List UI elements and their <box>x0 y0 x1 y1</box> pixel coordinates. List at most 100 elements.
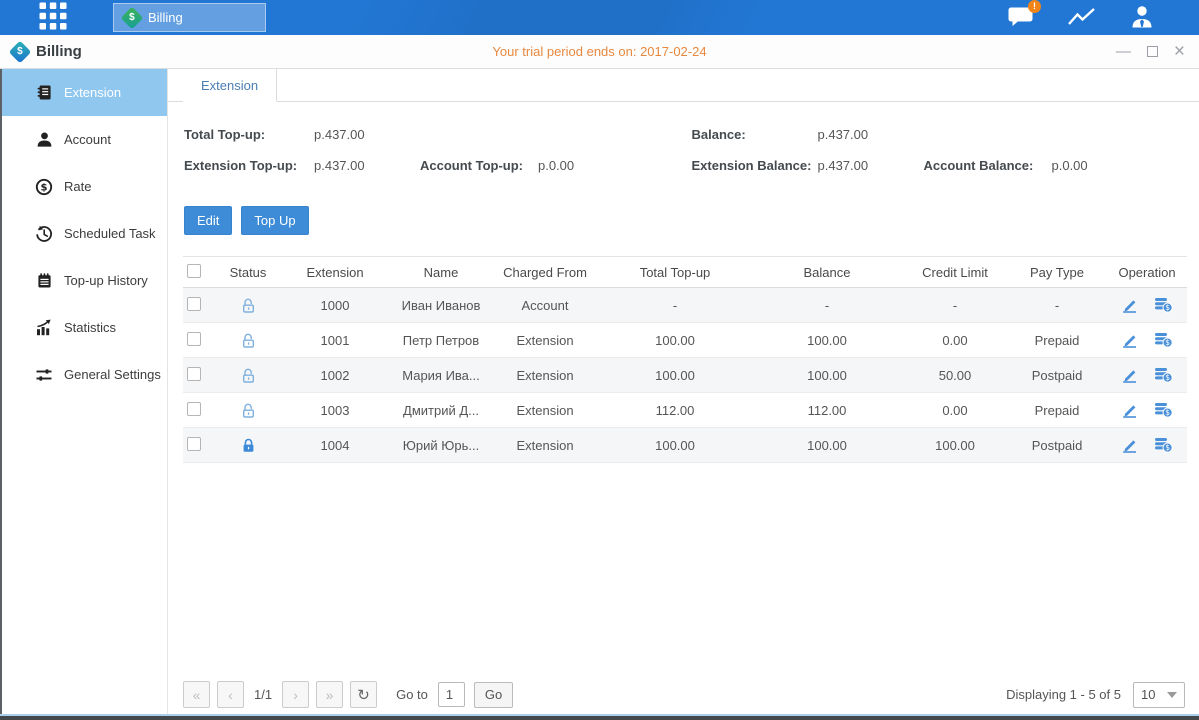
table-row: 1004 Юрий Юрь... Extension 100.00 100.00… <box>183 428 1187 463</box>
cell-name: Иван Иванов <box>391 298 491 313</box>
cell-total-topup: 100.00 <box>599 333 751 348</box>
chevron-down-icon <box>1167 692 1177 698</box>
cell-total-topup: 100.00 <box>599 438 751 453</box>
go-button[interactable]: Go <box>474 682 513 708</box>
unlocked-icon <box>241 297 256 313</box>
sidebar-item-scheduled-task[interactable]: Scheduled Task <box>2 210 167 257</box>
extension-page-content: Total Top-up: p.437.00 Extension Top-up:… <box>168 102 1199 714</box>
account-topup-value: p.0.00 <box>538 158 574 173</box>
cell-total-topup: 112.00 <box>599 403 751 418</box>
row-checkbox[interactable] <box>187 402 201 416</box>
table-row: 1003 Дмитрий Д... Extension 112.00 112.0… <box>183 393 1187 428</box>
sidebar-item-general-settings[interactable]: General Settings <box>2 351 167 398</box>
row-checkbox[interactable] <box>187 332 201 346</box>
table-row: 1000 Иван Иванов Account - - - - $ <box>183 288 1187 323</box>
maximize-button[interactable] <box>1147 46 1158 57</box>
select-all-checkbox[interactable] <box>187 264 201 278</box>
window-title-bar: $ Billing Your trial period ends on: 201… <box>0 35 1199 69</box>
account-icon <box>35 131 53 148</box>
col-header-name: Name <box>391 265 491 280</box>
page-indicator: 1/1 <box>254 687 272 702</box>
window-controls: — × <box>1116 42 1185 61</box>
displaying-count: Displaying 1 - 5 of 5 <box>1006 687 1121 702</box>
extension-balance-value: p.437.00 <box>818 158 924 173</box>
cell-credit-limit: 0.00 <box>903 333 1007 348</box>
topup-row-icon[interactable]: $ <box>1154 402 1173 418</box>
rate-icon: $ <box>35 178 53 196</box>
col-header-credit-limit: Credit Limit <box>903 265 1007 280</box>
unlocked-icon <box>241 332 256 348</box>
edit-row-icon[interactable] <box>1121 333 1138 348</box>
cell-credit-limit: - <box>903 298 1007 313</box>
first-page-button[interactable]: « <box>183 681 210 708</box>
cell-charged-from: Extension <box>491 438 599 453</box>
col-header-pay-type: Pay Type <box>1007 265 1107 280</box>
edit-row-icon[interactable] <box>1121 298 1138 313</box>
top-up-button[interactable]: Top Up <box>241 206 308 235</box>
sidebar-item-extension[interactable]: Extension <box>2 69 167 116</box>
edit-row-icon[interactable] <box>1121 403 1138 418</box>
row-checkbox[interactable] <box>187 367 201 381</box>
locked-icon <box>241 437 256 453</box>
cell-pay-type: Postpaid <box>1007 438 1107 453</box>
topup-row-icon[interactable]: $ <box>1154 367 1173 383</box>
maximize-icon <box>1147 46 1158 57</box>
cell-balance: - <box>751 298 903 313</box>
billing-diamond-icon: $ <box>121 6 144 29</box>
next-page-button[interactable]: › <box>282 681 309 708</box>
cell-extension: 1003 <box>279 403 391 418</box>
settings-sliders-icon <box>35 367 53 383</box>
account-balance-label: Account Balance: <box>924 158 1052 173</box>
goto-label: Go to <box>396 687 428 702</box>
cell-total-topup: - <box>599 298 751 313</box>
edit-row-icon[interactable] <box>1121 438 1138 453</box>
notifications-button[interactable]: ! <box>1008 6 1033 30</box>
page-size-value: 10 <box>1141 687 1155 702</box>
goto-page-input[interactable] <box>438 682 465 707</box>
row-checkbox[interactable] <box>187 297 201 311</box>
cell-name: Петр Петров <box>391 333 491 348</box>
prev-page-button[interactable]: ‹ <box>217 681 244 708</box>
balance-label: Balance: <box>692 127 818 142</box>
app-grid-menu-button[interactable] <box>35 0 71 35</box>
col-header-extension: Extension <box>279 265 391 280</box>
sidebar-item-topup-history[interactable]: Top-up History <box>2 257 167 304</box>
topup-row-icon[interactable]: $ <box>1154 437 1173 453</box>
pagination-bar: « ‹ 1/1 › » ↻ Go to Go Displaying 1 - 5 … <box>168 681 1199 708</box>
extension-balance-label: Extension Balance: <box>692 158 818 173</box>
account-topup-label: Account Top-up: <box>420 158 538 173</box>
user-account-button[interactable] <box>1130 5 1154 31</box>
close-button[interactable]: × <box>1174 42 1185 61</box>
top-app-bar: $ Billing ! <box>0 0 1199 35</box>
reports-button[interactable] <box>1067 6 1096 30</box>
sidebar-item-account[interactable]: Account <box>2 116 167 163</box>
cell-charged-from: Extension <box>491 368 599 383</box>
cell-extension: 1002 <box>279 368 391 383</box>
svg-text:$: $ <box>41 182 48 193</box>
sidebar-item-rate[interactable]: $ Rate <box>2 163 167 210</box>
cell-name: Юрий Юрь... <box>391 438 491 453</box>
tab-extension[interactable]: Extension <box>183 69 277 102</box>
refresh-button[interactable]: ↻ <box>350 681 377 708</box>
last-page-button[interactable]: » <box>316 681 343 708</box>
svg-text:$: $ <box>1165 373 1170 382</box>
edit-button[interactable]: Edit <box>184 206 232 235</box>
topup-row-icon[interactable]: $ <box>1154 332 1173 348</box>
cell-pay-type: Prepaid <box>1007 403 1107 418</box>
extension-topup-value: p.437.00 <box>314 158 420 173</box>
cell-pay-type: Prepaid <box>1007 333 1107 348</box>
cell-charged-from: Extension <box>491 333 599 348</box>
row-checkbox[interactable] <box>187 437 201 451</box>
window-bottom-edge <box>0 714 1199 720</box>
topup-row-icon[interactable]: $ <box>1154 297 1173 313</box>
col-header-total-topup: Total Top-up <box>599 265 751 280</box>
cell-balance: 100.00 <box>751 368 903 383</box>
sidebar-item-statistics[interactable]: Statistics <box>2 304 167 351</box>
svg-text:$: $ <box>1165 338 1170 347</box>
unlocked-icon <box>241 402 256 418</box>
open-app-tab-billing[interactable]: $ Billing <box>113 3 266 32</box>
minimize-button[interactable]: — <box>1116 44 1131 59</box>
edit-row-icon[interactable] <box>1121 368 1138 383</box>
page-size-select[interactable]: 10 <box>1133 682 1185 708</box>
balance-value: p.437.00 <box>818 127 869 142</box>
